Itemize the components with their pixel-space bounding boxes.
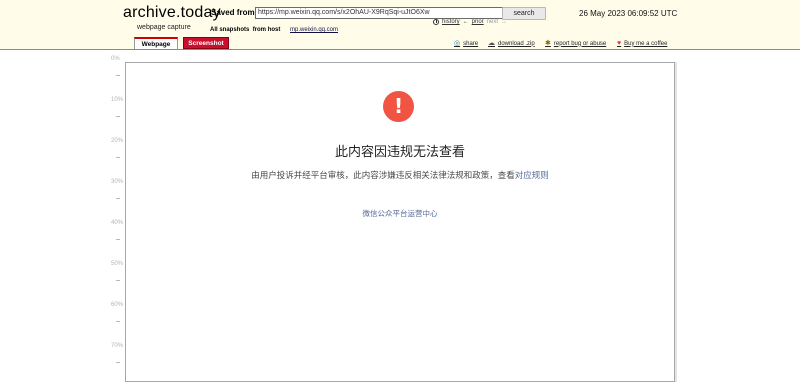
history-link[interactable]: history [442,19,460,25]
ruler-tick [116,239,120,240]
buy-coffee-button[interactable]: ♥ Buy me a coffee [617,40,667,47]
share-button[interactable]: ◎ share [454,40,478,47]
ruler-label: 30% [111,179,124,185]
blocked-message: 由用户投诉并经平台审核，此内容涉嫌违反相关法律法规和政策，查看对应规则 [251,171,549,181]
bug-icon: ✱ [545,40,551,47]
site-logo-subtitle: webpage capture [137,24,191,31]
report-bug-button[interactable]: ✱ report bug or abuse [545,40,606,47]
warning-icon: ! [383,91,414,122]
ruler-tick [116,198,120,199]
next-arrow-icon: → [501,19,508,25]
clock-icon [433,19,439,25]
globe-icon: ◎ [454,40,461,47]
all-snapshots-label: All snapshots from host [210,27,281,33]
next-link: next [486,19,499,25]
scroll-ruler: 0% 10% 20% 30% 40% 50% 60% 70% [0,50,130,377]
ruler-label: 10% [111,97,124,103]
search-button[interactable]: search [502,7,546,20]
blocked-title: 此内容因违规无法查看 [334,145,465,160]
ruler-tick [116,321,120,322]
url-input[interactable] [255,7,504,19]
prior-link[interactable]: prior [472,19,484,25]
saved-from-label: Saved from [211,8,255,17]
download-zip-button[interactable]: ☁ download .zip [488,40,535,47]
ruler-label: 0% [111,56,120,62]
capture-datetime: 26 May 2023 06:09:52 UTC [579,9,678,18]
rules-link[interactable]: 对应规则 [515,171,549,181]
ruler-label: 60% [111,302,124,308]
prior-arrow-icon: ← [462,19,469,25]
platform-ops-center-link[interactable]: 微信公众平台运营中心 [300,208,500,219]
host-link[interactable]: mp.weixin.qq.com [290,27,338,33]
ruler-label: 50% [111,261,124,267]
tab-screenshot[interactable]: Screenshot [183,37,229,49]
ruler-tick [116,116,120,117]
site-logo[interactable]: archive.today [123,4,221,22]
ruler-label: 40% [111,220,124,226]
ruler-tick [116,280,120,281]
ruler-tick [116,75,120,76]
ruler-tick [116,157,120,158]
frame-shadow [675,62,677,382]
ruler-tick [116,362,120,363]
heart-icon: ♥ [617,40,622,47]
cloud-download-icon: ☁ [488,40,495,47]
tab-webpage[interactable]: Webpage [134,37,178,49]
ruler-label: 70% [111,343,124,349]
history-nav: history ← prior next → [433,19,507,25]
ruler-label: 20% [111,138,124,144]
